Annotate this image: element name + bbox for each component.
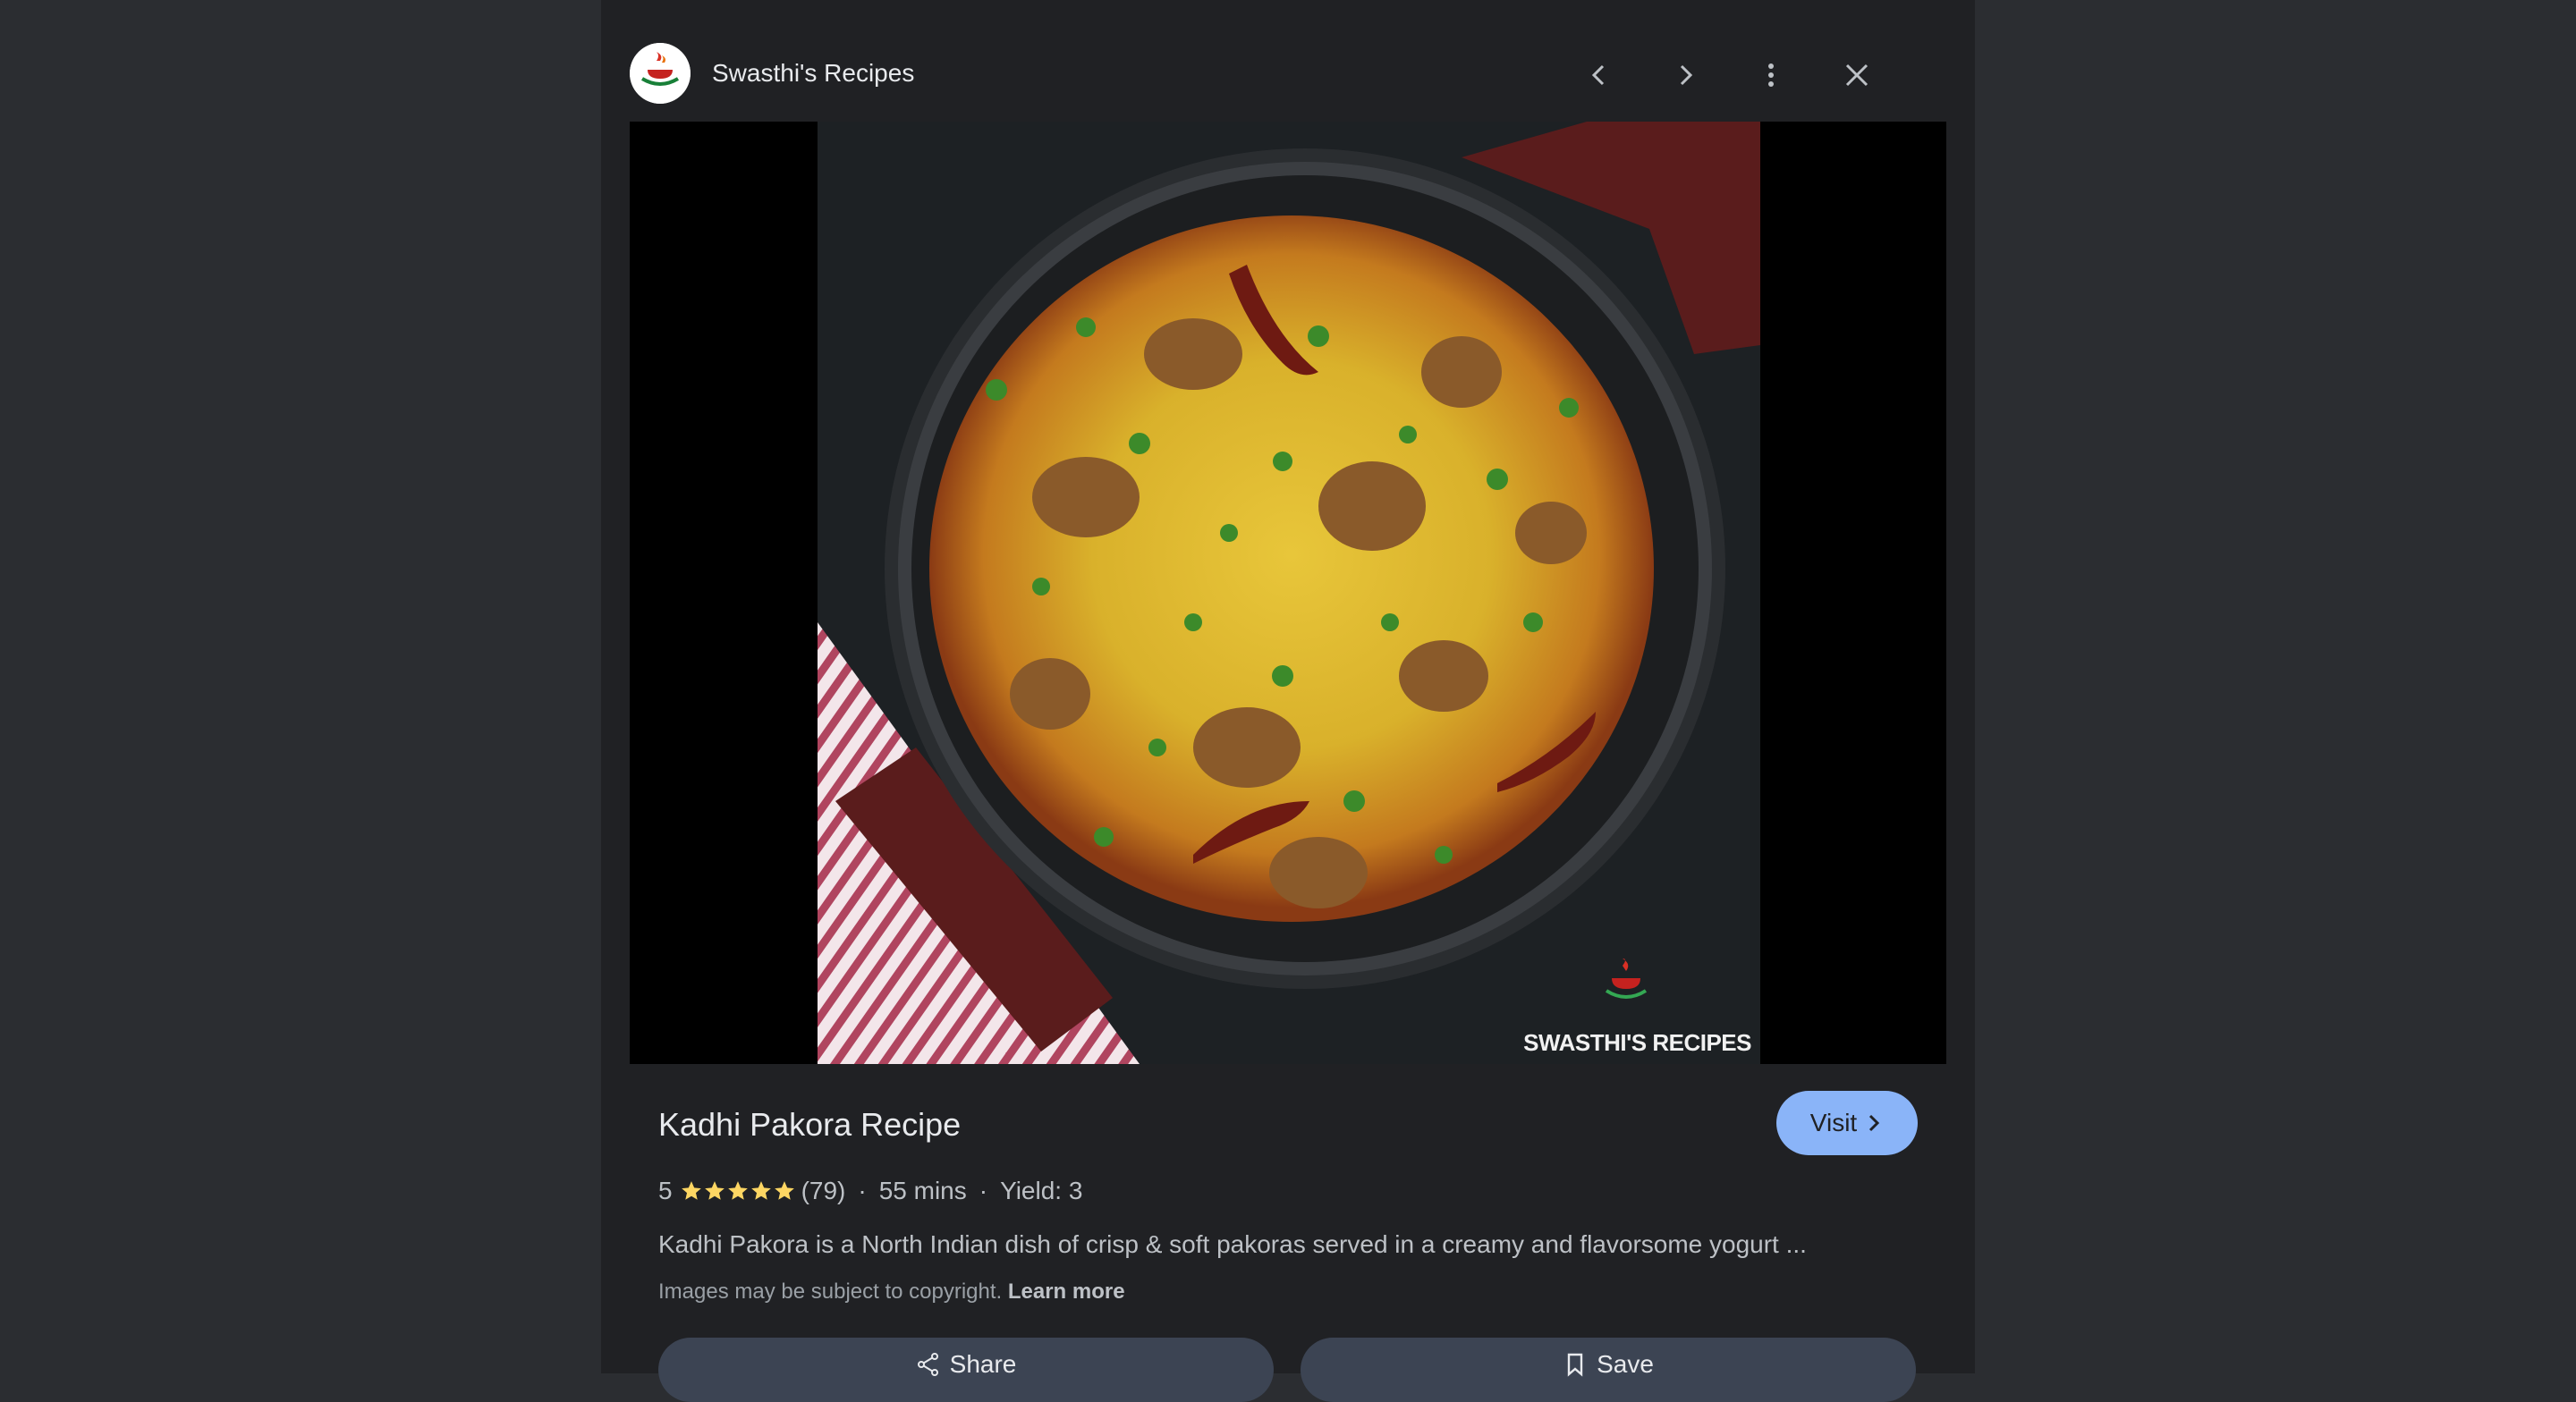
result-description: Kadhi Pakora is a North Indian dish of c… [658, 1230, 1807, 1258]
share-label: Share [949, 1350, 1017, 1378]
cook-time: 55 mins [878, 1177, 967, 1204]
star-rating [680, 1179, 796, 1203]
chevron-right-icon [1869, 1114, 1880, 1132]
separator: · [858, 1177, 867, 1204]
star-icon [727, 1181, 748, 1200]
rating-count: (79) [801, 1177, 846, 1204]
copyright-text: Images may be subject to copyright. [658, 1280, 1003, 1304]
separator: · [979, 1177, 988, 1204]
star-icon [750, 1181, 771, 1200]
watermark-text: SWASTHI'S RECIPES [1523, 1029, 1751, 1056]
visit-label: Visit [1809, 1109, 1858, 1136]
visit-button[interactable]: Visit [1776, 1091, 1918, 1155]
image-preview[interactable]: SWASTHI'S RECIPES [630, 122, 1946, 1064]
learn-more-link[interactable]: Learn more [1008, 1280, 1125, 1304]
share-button[interactable]: Share [658, 1338, 1274, 1402]
next-button[interactable] [1658, 48, 1712, 102]
star-icon [774, 1181, 794, 1200]
result-title[interactable]: Kadhi Pakora Recipe [658, 1105, 961, 1144]
recipe-yield: Yield: 3 [1000, 1177, 1083, 1204]
chevron-right-icon [1680, 64, 1693, 86]
star-icon [704, 1181, 724, 1200]
save-button[interactable]: Save [1301, 1338, 1916, 1402]
image-viewer-panel: Swasthi's Recipes SWASTHI'S RECIPES Kadh… [601, 0, 1975, 1402]
copyright-notice: Images may be subject to copyright. Lear… [658, 1279, 1125, 1305]
more-options-button[interactable] [1744, 48, 1798, 102]
close-icon [1845, 63, 1868, 87]
save-label: Save [1597, 1350, 1654, 1378]
viewer-header: Swasthi's Recipes [630, 43, 1946, 107]
close-button[interactable] [1830, 48, 1884, 102]
watermark: SWASTHI'S RECIPES [1510, 959, 1751, 1057]
previous-button[interactable] [1572, 48, 1626, 102]
star-icon [681, 1181, 701, 1200]
site-logo-icon[interactable] [630, 43, 691, 104]
source-name[interactable]: Swasthi's Recipes [712, 59, 914, 88]
rating-value: 5 [658, 1177, 673, 1204]
recipe-photo: SWASTHI'S RECIPES [818, 122, 1760, 1064]
recipe-meta: 5 (79) · 55 mins · Yield: 3 [658, 1175, 1082, 1207]
chevron-left-icon [1591, 64, 1605, 86]
more-vert-icon [1768, 63, 1774, 87]
